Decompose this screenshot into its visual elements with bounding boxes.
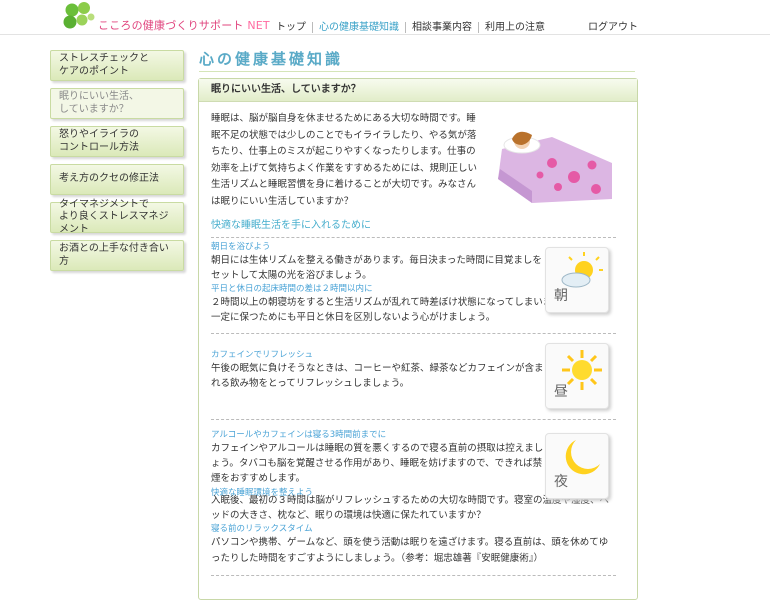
morning-card: 朝 — [545, 247, 609, 313]
sidebar-item-label: タイマネジメントで — [59, 198, 149, 210]
tip-heading: アルコールやカフェインは寝る3時間前までに — [211, 430, 387, 440]
global-nav: トップ 心の健康基礎知識 相談事業内容 利用上の注意 — [270, 18, 551, 33]
section-title: 快適な睡眠生活を手に入れるために — [211, 220, 371, 231]
sidebar-item-anger[interactable]: 怒りやイライラの コントロール方法 — [50, 126, 184, 157]
night-card: 夜 — [545, 433, 609, 499]
morning-kanji: 朝 — [554, 288, 568, 304]
tip-text: 朝日には生体リズムを整える働きがあります。毎日決まった時間に目覚ましをセットして… — [211, 255, 542, 282]
sidebar: ストレスチェックと ケアのポイント 眠りにいい生活、 していますか？ 怒りやイライラ… — [50, 50, 184, 278]
brand-text: こころの健康づくりサポート — [98, 19, 244, 32]
nav-terms[interactable]: 利用上の注意 — [478, 22, 551, 33]
tip-text: カフェインやアルコールは睡眠の質を悪くするので寝る直前の摂取は控えましょう。タバ… — [211, 443, 544, 485]
content-box-title: 眠りにいい生活、していますか？ — [199, 79, 637, 102]
title-divider — [199, 71, 635, 72]
nav-services[interactable]: 相談事業内容 — [405, 22, 478, 33]
site-header: こころの健康づくりサポート NET トップ 心の健康基礎知識 相談事業内容 利用上の注… — [0, 0, 770, 35]
noon-kanji: 昼 — [554, 384, 568, 400]
sidebar-item-label: していますか？ — [59, 103, 129, 115]
tip-heading: 寝る前のリラックスタイム — [211, 524, 313, 535]
logout-link[interactable]: ログアウト — [588, 18, 638, 33]
section-divider — [211, 237, 616, 238]
sidebar-item-thinking[interactable]: 考え方のクセの修正法 — [50, 164, 184, 195]
intro-paragraph: 睡眠は、脳が脳自身を休ませるためにある大切な時間です。睡眠不足の状態では少しのこ… — [211, 113, 478, 207]
sidebar-item-alcohol[interactable]: お酒との上手な付き合い方 — [50, 240, 184, 271]
night-kanji: 夜 — [554, 474, 568, 490]
tip-block-night-2: 入眠後、最初の３時間は脳がリフレッシュするための大切な時間です。寝室の温度や湿度… — [211, 493, 616, 566]
tip-heading: 平日と休日の起床時間の差は２時間以内に — [211, 284, 373, 295]
page-title: 心の健康基礎知識 — [199, 50, 344, 68]
sidebar-item-label: 考え方のクセの修正法 — [59, 173, 159, 185]
tip-text: パソコンや携帯、ゲームなど、頭を使う活動は眠りを遠ざけます。寝る直前は、頭を休め… — [211, 537, 609, 564]
sidebar-item-label: コントロール方法 — [59, 141, 139, 153]
block-divider — [211, 333, 616, 334]
site-brand[interactable]: こころの健康づくりサポート NET — [98, 17, 270, 33]
sidebar-item-label: 眠りにいい生活、 — [59, 91, 139, 102]
sidebar-item-label: ケアのポイント — [59, 65, 129, 77]
sidebar-item-label: より良くストレスマネジメント — [59, 211, 169, 235]
sidebar-item-label: お酒との上手な付き合い方 — [59, 243, 169, 267]
noon-card: 昼 — [545, 343, 609, 409]
sidebar-item-time-management[interactable]: タイマネジメントで より良くストレスマネジメント — [50, 198, 184, 235]
tip-block-night: アルコールやカフェインは寝る3時間前までに カフェインやアルコールは睡眠の質を悪… — [211, 429, 544, 499]
block-divider — [211, 575, 616, 576]
sidebar-item-label: 怒りやイライラの — [59, 129, 139, 140]
tip-text: 午後の眠気に負けそうなときは、コーヒーや紅茶、緑茶などカフェインが含まれる飲み物… — [211, 363, 544, 390]
sidebar-item-sleep[interactable]: 眠りにいい生活、 していますか？ — [50, 88, 184, 119]
tip-block-noon: カフェインでリフレッシュ 午後の眠気に負けそうなときは、コーヒーや紅茶、緑茶など… — [211, 349, 544, 391]
tip-block-morning: 朝日を浴びよう 朝日には生体リズムを整える働きがあります。毎日決まった時間に目覚… — [211, 241, 544, 295]
sleeping-woman-illustration — [498, 131, 612, 203]
sidebar-item-label: ストレスチェックと — [59, 53, 149, 64]
sidebar-item-stress-check[interactable]: ストレスチェックと ケアのポイント — [50, 50, 184, 81]
clover-logo-icon[interactable] — [60, 0, 100, 32]
nav-basics[interactable]: 心の健康基礎知識 — [312, 22, 405, 33]
content-box: 眠りにいい生活、していますか？ 睡眠は、脳が脳自身を休ませるためにある大切な時間… — [198, 78, 638, 600]
nav-top[interactable]: トップ — [270, 22, 312, 33]
tip-heading: 朝日を浴びよう — [211, 242, 271, 252]
brand-net: NET — [247, 19, 270, 32]
block-divider — [211, 419, 616, 420]
tip-heading: カフェインでリフレッシュ — [211, 350, 314, 360]
